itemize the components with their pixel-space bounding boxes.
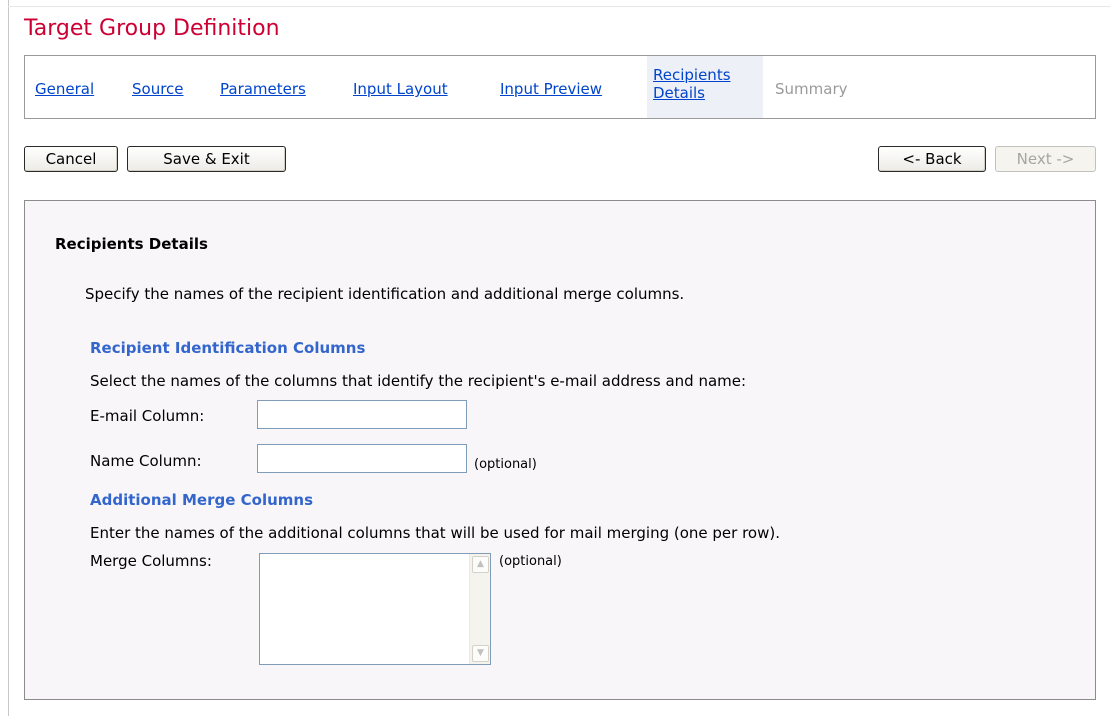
tab-recipients-details-line1: Recipients [653,66,731,84]
merge-heading: Additional Merge Columns [90,491,314,509]
name-column-optional-note: (optional) [474,457,537,472]
tab-recipients-details[interactable]: Recipients Details [647,56,763,118]
cancel-button[interactable]: Cancel [24,146,118,172]
left-border-line [8,0,9,716]
merge-columns-label: Merge Columns: [90,552,212,570]
top-border-line [8,6,1110,7]
scroll-up-arrow-icon[interactable]: ▲ [472,556,489,573]
tab-general[interactable]: General [35,80,94,98]
back-button[interactable]: <- Back [878,146,986,172]
intro-text: Specify the names of the recipient ident… [85,285,685,303]
tab-source[interactable]: Source [132,80,184,98]
next-button: Next -> [995,146,1096,172]
identification-description: Select the names of the columns that ide… [90,372,747,390]
save-exit-button[interactable]: Save & Exit [127,146,286,172]
merge-columns-textarea-frame: ▲ ▼ [259,553,491,665]
tab-summary: Summary [775,80,848,98]
tab-parameters[interactable]: Parameters [220,80,306,98]
page-title: Target Group Definition [24,16,280,41]
tab-input-layout[interactable]: Input Layout [353,80,448,98]
tab-input-preview[interactable]: Input Preview [500,80,602,98]
scroll-down-arrow-icon[interactable]: ▼ [472,645,489,662]
merge-columns-scrollbar[interactable]: ▲ ▼ [469,554,490,664]
identification-heading: Recipient Identification Columns [90,339,366,357]
email-column-input[interactable] [257,400,467,429]
email-column-label: E-mail Column: [90,407,205,425]
recipients-details-panel: Recipients Details Specify the names of … [24,200,1096,700]
tab-recipients-details-line2: Details [653,84,706,102]
merge-columns-textarea[interactable] [260,554,468,664]
name-column-input[interactable] [257,444,467,473]
wizard-tab-bar: General Source Parameters Input Layout I… [24,55,1096,119]
section-heading: Recipients Details [55,235,208,253]
merge-columns-optional-note: (optional) [499,554,562,569]
tab-recipients-details-label: Recipients Details [653,66,731,102]
merge-description: Enter the names of the additional column… [90,524,780,542]
name-column-label: Name Column: [90,452,202,470]
